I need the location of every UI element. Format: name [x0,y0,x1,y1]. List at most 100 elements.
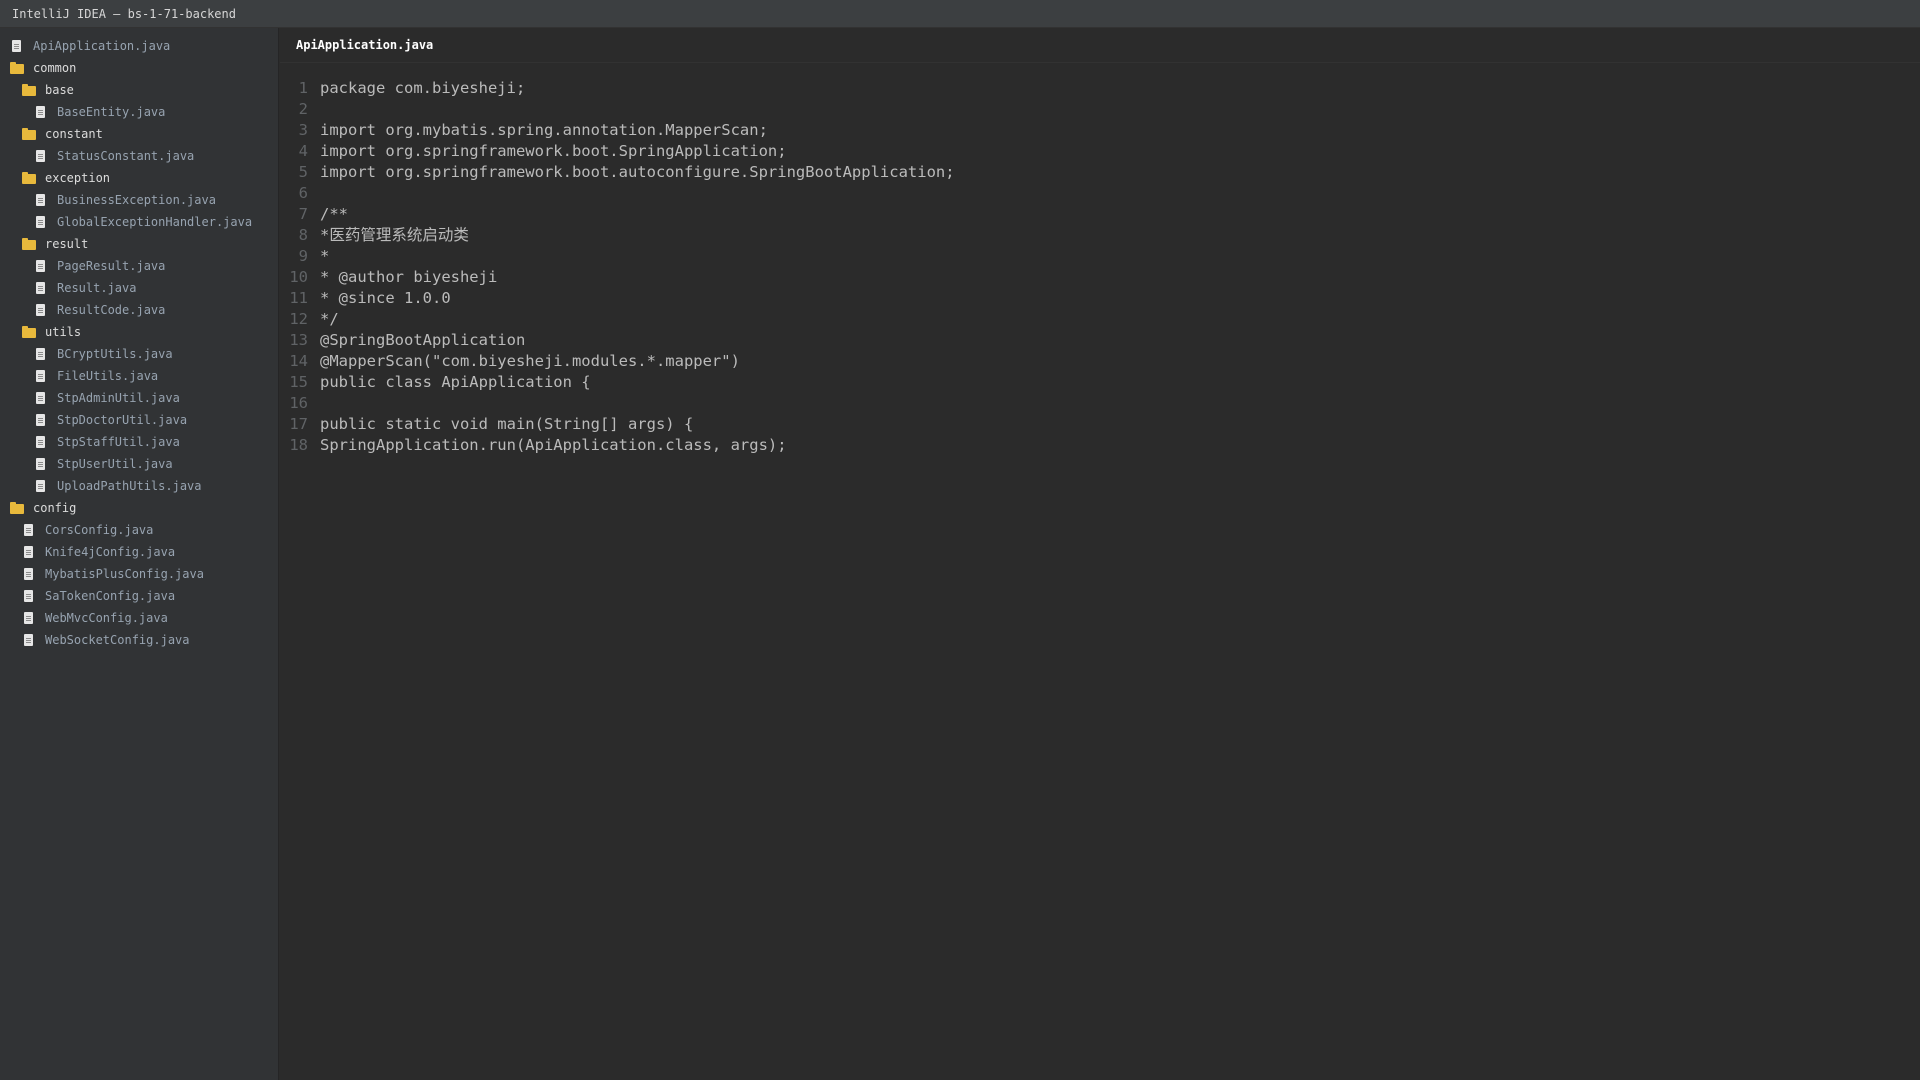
line-number: 11 [289,289,308,307]
code-area[interactable]: 1 package com.biyesheji; 2 3 import org.myba… [280,78,955,456]
file-icon [34,149,48,163]
tree-file[interactable]: ResultCode.java [0,299,278,321]
line-number: 4 [298,142,308,160]
code-line: 18 SpringApplication.run(ApiApplication.c… [280,435,955,456]
tree-file[interactable]: WebMvcConfig.java [0,607,278,629]
file-icon [34,413,48,427]
tree-item-label: Result.java [57,281,137,295]
tree-item-label: exception [45,171,111,185]
tree-item-label: SaTokenConfig.java [45,589,176,603]
tree-item-label: StpDoctorUtil.java [57,413,188,427]
tree-item-label: Knife4jConfig.java [45,545,176,559]
tree-item-label: BCryptUtils.java [57,347,173,361]
tree-item-label: PageResult.java [57,259,166,273]
code-line: 14 @MapperScan("com.biyesheji.modules.*.m… [280,351,955,372]
line-number: 15 [289,373,308,391]
file-icon [22,589,36,603]
file-icon [22,567,36,581]
code-text: @SpringBootApplication [320,331,526,349]
line-number: 8 [298,226,308,244]
editor-pane: ApiApplication.java 1 package com.biyeshe… [280,28,1920,1080]
code-line: 5 import org.springframework.boot.autocon… [280,162,955,183]
line-number: 1 [298,79,308,97]
tree-folder[interactable]: common [0,57,278,79]
tree-file[interactable]: Knife4jConfig.java [0,541,278,563]
tree-file[interactable]: StatusConstant.java [0,145,278,167]
tree-file[interactable]: Result.java [0,277,278,299]
tree-folder[interactable]: constant [0,123,278,145]
code-line: 10 * @author biyesheji [280,267,955,288]
tree-file[interactable]: StpStaffUtil.java [0,431,278,453]
tree-file[interactable]: GlobalExceptionHandler.java [0,211,278,233]
code-text: @MapperScan("com.biyesheji.modules.*.map… [320,352,740,370]
tree-file[interactable]: StpDoctorUtil.java [0,409,278,431]
code-text: import org.mybatis.spring.annotation.Map… [320,121,768,139]
code-text: package com.biyesheji; [320,79,526,97]
tree-file[interactable]: BCryptUtils.java [0,343,278,365]
file-icon [34,435,48,449]
folder-icon [22,237,36,251]
tree-item-label: MybatisPlusConfig.java [45,567,204,581]
tree-file[interactable]: CorsConfig.java [0,519,278,541]
file-icon [34,193,48,207]
file-icon [22,545,36,559]
tree-file[interactable]: SaTokenConfig.java [0,585,278,607]
folder-icon [22,325,36,339]
tree-item-label: BusinessException.java [57,193,216,207]
tree-item-label: BaseEntity.java [57,105,166,119]
tree-file[interactable]: PageResult.java [0,255,278,277]
file-icon [34,479,48,493]
tree-item-label: utils [45,325,82,339]
tree-file[interactable]: ApiApplication.java [0,35,278,57]
file-icon [34,347,48,361]
tree-folder[interactable]: result [0,233,278,255]
line-number: 9 [298,247,308,265]
tree-file[interactable]: BusinessException.java [0,189,278,211]
file-icon [34,281,48,295]
tree-folder[interactable]: config [0,497,278,519]
code-line: 13 @SpringBootApplication [280,330,955,351]
tree-item-label: StpStaffUtil.java [57,435,180,449]
tree-file[interactable]: StpAdminUtil.java [0,387,278,409]
file-icon [34,391,48,405]
code-line: 3 import org.mybatis.spring.annotation.Ma… [280,120,955,141]
tab-api-application[interactable]: ApiApplication.java [296,28,433,62]
tree-file[interactable]: StpUserUtil.java [0,453,278,475]
code-line: 6 [280,183,955,204]
tree-file[interactable]: MybatisPlusConfig.java [0,563,278,585]
line-number: 2 [298,100,308,118]
file-icon [34,259,48,273]
line-number: 16 [289,394,308,412]
tree-file[interactable]: FileUtils.java [0,365,278,387]
line-number: 13 [289,331,308,349]
editor-tab-bar: ApiApplication.java [280,28,1920,63]
tree-folder[interactable]: base [0,79,278,101]
code-text: *医药管理系统启动类 [320,226,469,244]
file-icon [34,303,48,317]
tree-folder[interactable]: utils [0,321,278,343]
tree-item-label: ResultCode.java [57,303,166,317]
code-text: public class ApiApplication { [320,373,591,391]
line-number: 17 [289,415,308,433]
code-line: 17 public static void main(String[] args)… [280,414,955,435]
code-line: 15 public class ApiApplication { [280,372,955,393]
code-line: 12 */ [280,309,955,330]
file-icon [34,215,48,229]
tree-folder[interactable]: exception [0,167,278,189]
folder-icon [10,501,24,515]
folder-icon [22,171,36,185]
tree-file[interactable]: WebSocketConfig.java [0,629,278,651]
tree-item-label: WebSocketConfig.java [45,633,190,647]
code-text: * @author biyesheji [320,268,498,286]
line-number: 12 [289,310,308,328]
tree-file[interactable]: BaseEntity.java [0,101,278,123]
line-number: 7 [298,205,308,223]
code-line: 9 * [280,246,955,267]
tree-item-label: CorsConfig.java [45,523,154,537]
tree-item-label: StpAdminUtil.java [57,391,180,405]
code-line: 4 import org.springframework.boot.SpringA… [280,141,955,162]
tree-item-label: ApiApplication.java [33,39,171,53]
tree-file[interactable]: UploadPathUtils.java [0,475,278,497]
window-title: IntelliJ IDEA — bs-1-71-backend [0,0,1920,28]
code-line: 1 package com.biyesheji; [280,78,955,99]
